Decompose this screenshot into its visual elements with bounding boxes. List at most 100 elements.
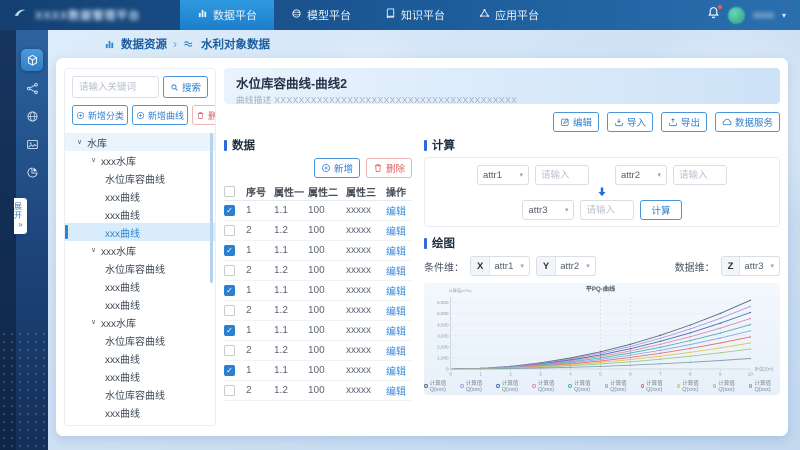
legend-item[interactable]: 计算值Q(xxx) <box>713 379 744 393</box>
row-edit-link[interactable]: 编辑 <box>386 203 412 218</box>
table-row: 21.2100xxxxx编辑 <box>224 341 412 361</box>
bell-icon[interactable] <box>707 6 720 24</box>
legend-marker <box>605 384 609 388</box>
tree-caret-icon[interactable]: ∨ <box>91 318 101 326</box>
row-checkbox[interactable] <box>224 385 235 396</box>
cube-icon[interactable] <box>21 49 43 71</box>
delete-tree-button[interactable]: 删除 <box>192 105 216 125</box>
row-edit-link[interactable]: 编辑 <box>386 243 412 258</box>
data-section: 数据 新增 删除 序号属性一属性二属性三操作✓11.1100xxxxx编辑21.… <box>224 138 412 401</box>
user-name[interactable]: xxxx <box>753 9 774 21</box>
add-row-button[interactable]: 新增 <box>314 158 360 178</box>
tree-item[interactable]: ∨水库 <box>65 133 215 151</box>
svg-text:2,000: 2,000 <box>437 344 449 349</box>
tree-item[interactable]: xxx曲线 <box>65 349 215 367</box>
tree-item[interactable]: ∨xxx水库 <box>65 313 215 331</box>
y-axis-select[interactable]: Yattr2▾ <box>536 256 596 276</box>
x-axis-select[interactable]: Xattr1▾ <box>470 256 530 276</box>
row-edit-link[interactable]: 编辑 <box>386 283 412 298</box>
row-edit-link[interactable]: 编辑 <box>386 343 412 358</box>
table-row: ✓11.1100xxxxx编辑 <box>224 361 412 381</box>
tree-item[interactable]: xxx曲线 <box>65 367 215 385</box>
search-input[interactable] <box>72 76 159 98</box>
tree-item[interactable]: 水位库容曲线 <box>65 259 215 277</box>
legend-item[interactable]: 计算值Q(xxx) <box>677 379 708 393</box>
tree-item[interactable]: xxx曲线 <box>65 295 215 313</box>
nav-tab[interactable]: 数据平台 <box>180 0 274 30</box>
legend-item[interactable]: 计算值Q(xxx) <box>424 379 455 393</box>
edit-button[interactable]: 编辑 <box>553 112 599 132</box>
legend-item[interactable]: 计算值Q(xxx) <box>749 379 780 393</box>
delete-row-button[interactable]: 删除 <box>366 158 412 178</box>
row-checkbox[interactable]: ✓ <box>224 205 235 216</box>
z-axis-select[interactable]: Zattr3▾ <box>721 256 780 276</box>
legend-item[interactable]: 计算值Q(xxx) <box>496 379 527 393</box>
row-checkbox[interactable] <box>224 345 235 356</box>
avatar[interactable] <box>728 7 745 24</box>
legend-item[interactable]: 计算值Q(xxx) <box>641 379 672 393</box>
add-category-button[interactable]: 新增分类 <box>72 105 128 125</box>
search-button[interactable]: 搜索 <box>163 76 208 98</box>
attr1-select[interactable]: attr1▾ <box>477 165 529 185</box>
nav-tab[interactable]: 模型平台 <box>274 0 368 30</box>
svg-text:8: 8 <box>689 372 692 377</box>
export-button[interactable]: 导出 <box>661 112 707 132</box>
nav-tab[interactable]: 应用平台 <box>462 0 556 30</box>
attr3-select[interactable]: attr3▾ <box>522 200 574 220</box>
table-cell: xxxxx <box>346 305 386 316</box>
row-edit-link[interactable]: 编辑 <box>386 223 412 238</box>
attr1-input[interactable] <box>535 165 589 185</box>
legend-item[interactable]: 计算值Q(xxx) <box>568 379 599 393</box>
row-edit-link[interactable]: 编辑 <box>386 383 412 398</box>
attr2-input[interactable] <box>673 165 727 185</box>
legend-item[interactable]: 计算值Q(xxx) <box>605 379 636 393</box>
tree-caret-icon[interactable]: ∨ <box>91 156 101 164</box>
row-checkbox[interactable]: ✓ <box>224 325 235 336</box>
row-checkbox[interactable]: ✓ <box>224 365 235 376</box>
table-cell: xxxxx <box>346 225 386 236</box>
legend-item[interactable]: 计算值Q(xxx) <box>532 379 563 393</box>
row-checkbox[interactable] <box>224 265 235 276</box>
tree-item[interactable]: 水位库容曲线 <box>65 169 215 187</box>
add-curve-button[interactable]: 新增曲线 <box>132 105 188 125</box>
nodes-icon[interactable] <box>21 77 43 99</box>
legend-item[interactable]: 计算值Q(xxx) <box>460 379 491 393</box>
data-service-button[interactable]: 数据服务 <box>715 112 780 132</box>
attr2-select[interactable]: attr2▾ <box>615 165 667 185</box>
row-edit-link[interactable]: 编辑 <box>386 363 412 378</box>
svg-text:10: 10 <box>748 372 754 377</box>
globe-icon[interactable] <box>21 105 43 127</box>
tree-item[interactable]: xxx曲线 <box>65 205 215 223</box>
row-checkbox[interactable]: ✓ <box>224 285 235 296</box>
row-checkbox[interactable] <box>224 225 235 236</box>
expand-tab[interactable]: 展开 » <box>14 198 27 234</box>
tree-caret-icon[interactable]: ∨ <box>91 246 101 254</box>
tree-item[interactable]: xxx曲线 <box>65 277 215 295</box>
tree-item[interactable]: xxx曲线 <box>65 187 215 205</box>
import-button[interactable]: 导入 <box>607 112 653 132</box>
calculate-button[interactable]: 计算 <box>640 200 681 220</box>
tree-item[interactable]: 水位库容曲线 <box>65 385 215 403</box>
tree-item[interactable]: xxx曲线 <box>65 223 215 241</box>
tree-scrollbar[interactable] <box>210 133 213 283</box>
row-checkbox[interactable] <box>224 305 235 316</box>
tree-item[interactable]: ∨xxx水库 <box>65 241 215 259</box>
tree-item[interactable]: ∨xxx水库 <box>65 151 215 169</box>
pie-icon[interactable] <box>21 161 43 183</box>
nav-tab[interactable]: 知识平台 <box>368 0 462 30</box>
column-header: 操作 <box>386 184 412 199</box>
tree-caret-icon[interactable]: ∨ <box>77 138 87 146</box>
tree-item[interactable]: xxx曲线 <box>65 403 215 421</box>
image-icon[interactable] <box>21 133 43 155</box>
row-edit-link[interactable]: 编辑 <box>386 323 412 338</box>
water-object-icon <box>183 38 195 50</box>
select-all-checkbox[interactable] <box>224 186 235 197</box>
breadcrumb-section[interactable]: 数据资源 <box>121 36 167 52</box>
attr3-input[interactable] <box>580 200 634 220</box>
row-checkbox[interactable]: ✓ <box>224 245 235 256</box>
svg-text:3: 3 <box>539 372 542 377</box>
user-menu-caret-icon[interactable]: ▾ <box>782 11 786 20</box>
row-edit-link[interactable]: 编辑 <box>386 303 412 318</box>
row-edit-link[interactable]: 编辑 <box>386 263 412 278</box>
tree-item[interactable]: 水位库容曲线 <box>65 331 215 349</box>
